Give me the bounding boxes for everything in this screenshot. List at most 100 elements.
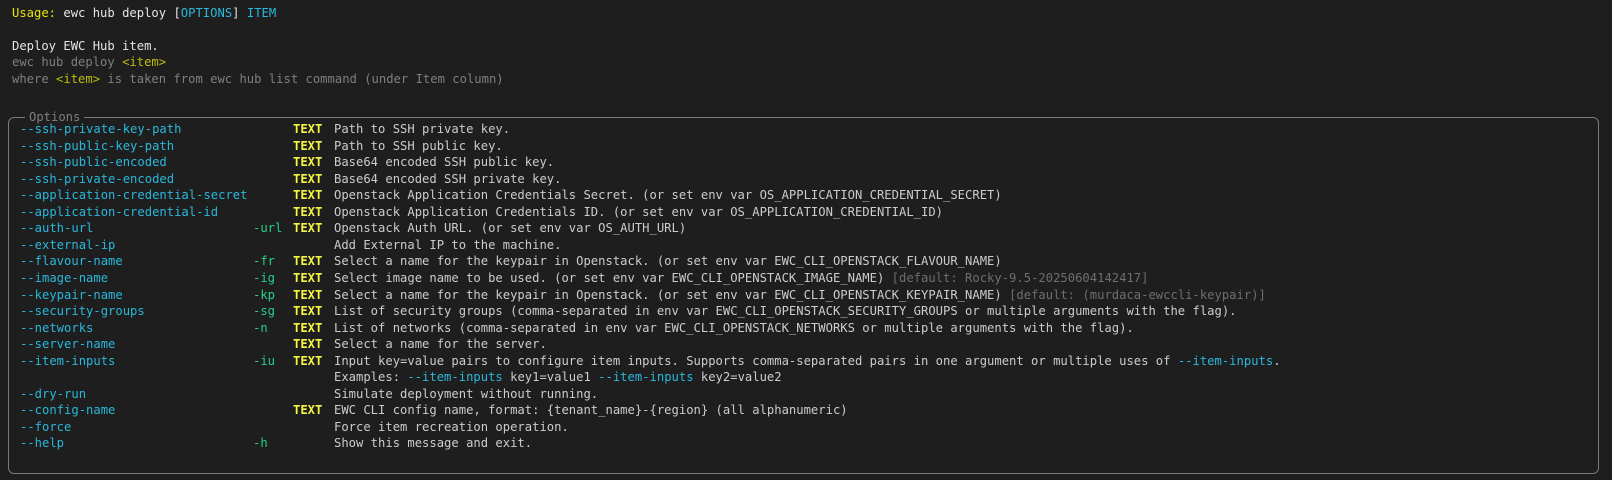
option-help: Base64 encoded SSH private key. — [334, 171, 561, 188]
option-flag: --ssh-public-encoded — [20, 155, 167, 170]
usage-label: Usage: — [12, 6, 57, 20]
option-help-text: Select image name to be used. (or set en… — [334, 270, 892, 285]
option-type: TEXT — [293, 403, 323, 418]
option-short-flag: -ig — [253, 270, 276, 285]
option-help-text: Add External IP to the machine. — [334, 237, 562, 252]
option-flag: --networks — [20, 320, 94, 335]
option-help-text: Select a name for the keypair in Opensta… — [334, 287, 1010, 302]
option-help-text: Select a name for the keypair in Opensta… — [334, 254, 1002, 269]
option-help: Simulate deployment without running. — [334, 386, 598, 403]
option-help-text: Path to SSH private key. — [334, 122, 511, 136]
option-flag: --auth-url — [20, 221, 94, 236]
option-short-flag: -h — [253, 436, 268, 451]
option-help-text: Base64 encoded SSH public key. — [334, 155, 555, 170]
option-help-text: Select a name for the server. — [334, 337, 547, 352]
option-short-flag: -kp — [253, 287, 276, 302]
option-help: Select a name for the server. — [334, 336, 547, 353]
option-flag: --ssh-private-encoded — [20, 171, 175, 186]
option-help-text: Path to SSH public key. — [334, 138, 503, 153]
description-example-text: ewc hub deploy — [12, 55, 123, 69]
option-flag: --image-name — [20, 270, 109, 285]
option-type: TEXT — [293, 287, 323, 302]
description-where: where <item> is taken from ewc hub list … — [12, 71, 504, 88]
option-short-flag: -fr — [253, 254, 276, 269]
option-help-text: Input key=value pairs to configure item … — [334, 353, 1178, 368]
option-flag: --dry-run — [20, 386, 87, 401]
option-default: [default: (murdaca-ewccli-keypair)] — [1009, 287, 1266, 302]
option-help: Add External IP to the machine. — [334, 237, 561, 254]
option-type: TEXT — [293, 188, 323, 203]
option-type: TEXT — [293, 270, 323, 285]
description-where-suffix: is taken from ewc hub list command (unde… — [100, 72, 504, 86]
option-type: TEXT — [293, 254, 323, 269]
option-help: Select a name for the keypair in Opensta… — [334, 253, 1002, 270]
option-type: TEXT — [293, 204, 323, 219]
option-help-text: Base64 encoded SSH private key. — [334, 171, 562, 186]
option-help: List of networks (comma-separated in env… — [334, 320, 1134, 337]
option-flag: --application-credential-secret — [20, 188, 248, 203]
option-type: TEXT — [293, 122, 323, 136]
option-help: Show this message and exit. — [334, 435, 532, 452]
option-help: Openstack Auth URL. (or set env var OS_A… — [334, 220, 686, 237]
examples-flag: --item-inputs — [407, 370, 503, 385]
usage-item: ITEM — [246, 6, 277, 20]
option-short-flag: -url — [253, 221, 283, 236]
option-help-text: List of networks (comma-separated in env… — [334, 320, 1134, 335]
examples-prefix: Examples: — [334, 370, 408, 385]
option-help-text: List of security groups (comma-separated… — [334, 304, 1237, 319]
option-type: TEXT — [293, 337, 323, 352]
examples-flag: --item-inputs — [598, 370, 694, 385]
option-flag: --server-name — [20, 337, 116, 352]
option-help: Force item recreation operation. — [334, 419, 569, 436]
usage-options: OPTIONS — [180, 6, 233, 20]
option-help: Openstack Application Credentials ID. (o… — [334, 204, 943, 221]
option-type: TEXT — [293, 171, 323, 186]
option-help: Base64 encoded SSH public key. — [334, 154, 554, 171]
description-title: Deploy EWC Hub item. — [12, 39, 159, 53]
description-example-item: <item> — [122, 55, 167, 69]
option-type: TEXT — [293, 320, 323, 335]
option-help: Input key=value pairs to configure item … — [334, 353, 1281, 370]
option-flag: --flavour-name — [20, 254, 123, 269]
usage-bracket-close: ] — [232, 6, 240, 20]
option-flag: --keypair-name — [20, 287, 123, 302]
option-type: TEXT — [293, 138, 323, 153]
examples-value: key2=value2 — [693, 370, 782, 385]
option-help-text: Openstack Application Credentials Secret… — [334, 188, 1002, 203]
option-type: TEXT — [293, 155, 323, 170]
option-flag: --help — [20, 436, 65, 451]
option-help-text: EWC CLI config name, format: {tenant_nam… — [334, 403, 848, 418]
option-default: [default: Rocky-9.5-20250604142417] — [891, 270, 1149, 285]
option-help-end: . — [1273, 353, 1281, 368]
option-help-text: Openstack Application Credentials ID. (o… — [334, 204, 944, 219]
option-help: Select a name for the keypair in Opensta… — [334, 287, 1266, 304]
option-help-flag: --item-inputs — [1177, 353, 1274, 368]
description-where-item: <item> — [56, 72, 101, 86]
option-flag: --application-credential-id — [20, 204, 219, 219]
option-short-flag: -iu — [253, 353, 276, 368]
option-type: TEXT — [293, 304, 323, 319]
option-flag: --external-ip — [20, 237, 116, 252]
option-help-text: Force item recreation operation. — [334, 419, 569, 434]
option-type: TEXT — [293, 221, 323, 236]
option-flag: --config-name — [20, 403, 116, 418]
option-short-flag: -sg — [253, 304, 276, 319]
option-type: TEXT — [293, 353, 323, 368]
usage-command: ewc hub deploy — [63, 6, 167, 20]
option-flag: --force — [20, 419, 72, 434]
option-help-text: Openstack Auth URL. (or set env var OS_A… — [334, 221, 687, 236]
option-flag: --security-groups — [20, 304, 145, 319]
description-where-prefix: where — [12, 72, 57, 86]
option-flag: --item-inputs — [20, 353, 116, 368]
option-help: List of security groups (comma-separated… — [334, 303, 1237, 320]
examples-line: Examples: --item-inputs key1=value1 --it… — [334, 369, 782, 386]
description-example: ewc hub deploy <item> — [12, 54, 166, 71]
option-help: Select image name to be used. (or set en… — [334, 270, 1148, 287]
usage-bracket-open: [ — [173, 6, 181, 20]
option-help-text: Show this message and exit. — [334, 436, 533, 451]
option-short-flag: -n — [253, 320, 268, 335]
option-help-text: Simulate deployment without running. — [334, 386, 599, 401]
options-panel: Options --ssh-private-key-path TEXT Path t… — [8, 109, 1599, 474]
examples-value: key1=value1 — [502, 370, 599, 385]
usage-line: Usage: ewc hub deploy [OPTIONS] ITEM — [12, 5, 276, 22]
